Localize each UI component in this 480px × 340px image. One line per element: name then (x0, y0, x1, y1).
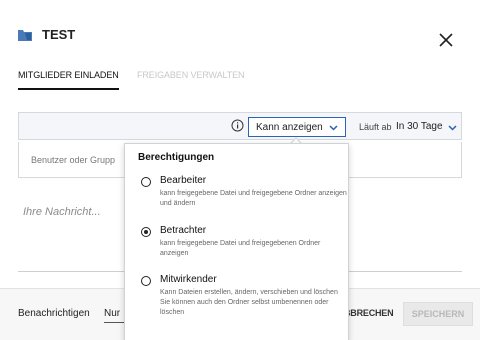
tab-invite-members[interactable]: MITGLIEDER EINLADEN (18, 70, 119, 90)
chevron-down-icon[interactable] (448, 123, 457, 132)
option-description: kann freigegebene Datei und freigegebene… (160, 240, 321, 257)
notify-underline (104, 322, 124, 323)
option-description: Kann Dateien erstellen, ändern, verschie… (160, 288, 350, 318)
option-name: Bearbeiter (160, 175, 207, 186)
notify-select[interactable]: Nur (104, 308, 120, 319)
option-name: Betrachter (160, 225, 207, 236)
tab-manage-shares[interactable]: FREIGABEN VERWALTEN (137, 70, 245, 80)
option-description: kann freigegebene Datei und freigegebene… (160, 190, 347, 207)
dialog-header: TEST (0, 0, 480, 60)
expiry-select[interactable]: In 30 Tage (396, 121, 443, 132)
dropdown-title: Berechtigungen (138, 152, 215, 163)
message-input[interactable]: Ihre Nachricht... (23, 206, 101, 218)
option-description-line: Sie können auch den Ordner selbst umbene… (160, 299, 329, 316)
user-group-placeholder: Benutzer oder Grupp (31, 155, 116, 165)
permission-select-value: Kann anzeigen (256, 122, 323, 133)
close-icon[interactable] (436, 30, 456, 50)
option-name: Mitwirkender (160, 274, 217, 285)
permission-select[interactable]: Kann anzeigen (248, 117, 346, 137)
option-description-line: Kann Dateien erstellen, ändern, verschie… (160, 289, 338, 296)
radio-button-selected[interactable] (141, 227, 151, 237)
chevron-down-icon (329, 125, 338, 131)
permission-bar: Kann anzeigen Läuft ab In 30 Tage (18, 112, 462, 140)
save-button[interactable]: SPEICHERN (403, 302, 473, 326)
radio-button[interactable] (141, 276, 151, 286)
expiry-label: Läuft ab (359, 122, 392, 132)
permissions-dropdown: Berechtigungen Bearbeiter kann freigegeb… (124, 143, 349, 340)
cancel-button[interactable]: BBRECHEN (344, 308, 394, 318)
notify-label: Benachrichtigen (18, 308, 90, 319)
info-icon[interactable] (231, 119, 244, 132)
radio-button[interactable] (141, 177, 151, 187)
shared-folder-icon (18, 30, 32, 41)
dialog-title: TEST (42, 27, 76, 42)
